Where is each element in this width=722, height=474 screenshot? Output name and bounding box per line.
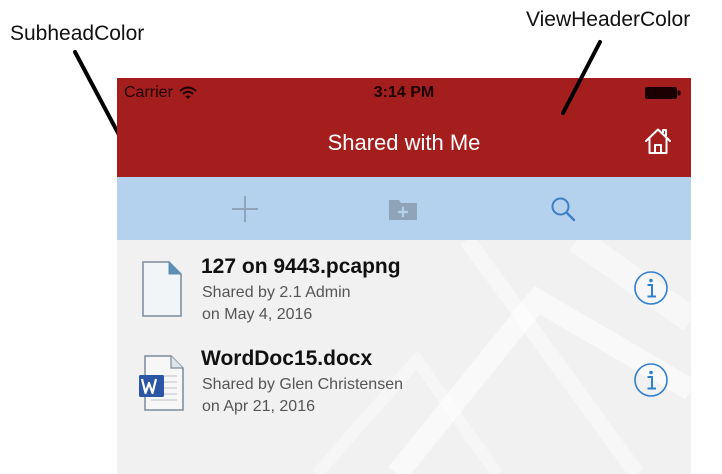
plus-icon xyxy=(232,195,258,222)
view-header-color-annotation: ViewHeaderColor xyxy=(526,8,691,31)
list-item[interactable]: 127 on 9443.pcapng Shared by 2.1 Admin o… xyxy=(117,240,691,332)
home-icon xyxy=(645,128,671,154)
page-title: Shared with Me xyxy=(327,130,481,155)
subhead-toolbar xyxy=(117,177,691,240)
info-icon[interactable] xyxy=(633,362,669,398)
battery-icon xyxy=(645,87,681,99)
search-button[interactable] xyxy=(533,177,593,240)
word-document-icon xyxy=(139,355,184,411)
status-bar: Carrier 3:14 PM xyxy=(117,78,691,108)
search-icon xyxy=(551,197,576,221)
info-icon[interactable] xyxy=(633,270,669,306)
file-date: on Apr 21, 2016 xyxy=(202,398,315,415)
file-date: on May 4, 2016 xyxy=(202,306,313,323)
file-shared-by: Shared by 2.1 Admin xyxy=(202,284,351,301)
view-header: Carrier 3:14 PM Shared with Me xyxy=(117,78,691,177)
list-item[interactable]: WordDoc15.docx Shared by Glen Christense… xyxy=(117,332,691,424)
document-icon xyxy=(142,260,183,317)
file-list: 127 on 9443.pcapng Shared by 2.1 Admin o… xyxy=(117,240,691,474)
file-name: 127 on 9443.pcapng xyxy=(201,255,401,278)
home-button[interactable] xyxy=(639,122,677,160)
subhead-color-annotation: SubheadColor xyxy=(10,22,145,45)
folder-add-icon xyxy=(389,199,417,220)
file-name: WordDoc15.docx xyxy=(201,347,373,370)
file-shared-by: Shared by Glen Christensen xyxy=(202,376,403,393)
phone-screen: Carrier 3:14 PM Shared with Me 127 on 94… xyxy=(117,78,691,474)
status-time: 3:14 PM xyxy=(373,84,435,101)
add-button[interactable] xyxy=(215,177,275,240)
new-folder-button[interactable] xyxy=(373,177,433,240)
